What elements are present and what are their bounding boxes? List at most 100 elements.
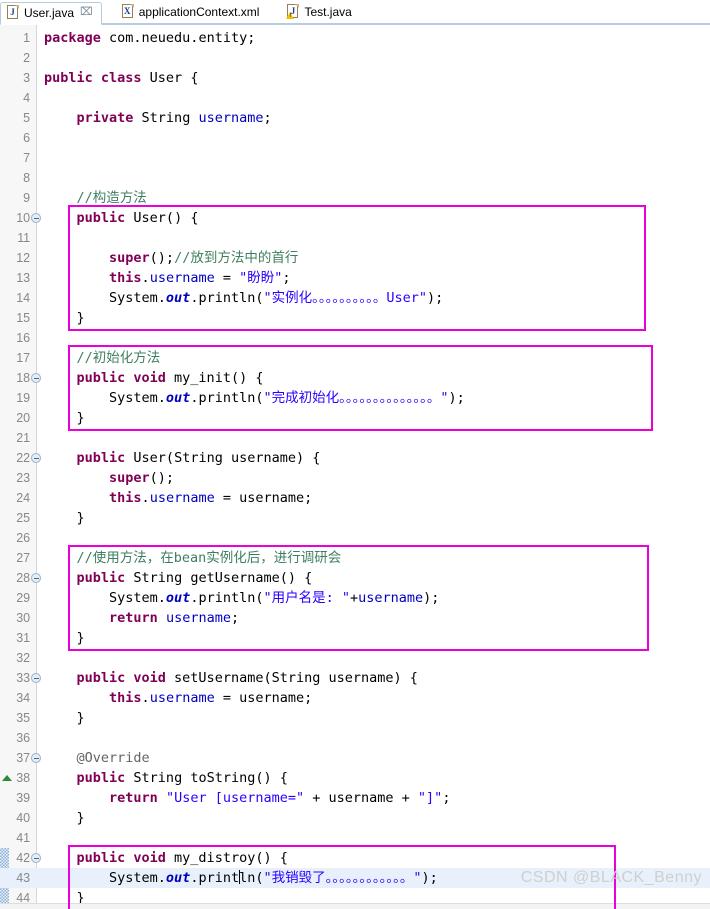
code-text: public User() { xyxy=(44,208,199,228)
line-number: 12 xyxy=(16,251,30,265)
line-number: 41 xyxy=(16,831,30,845)
xml-file-icon: X xyxy=(121,4,135,19)
token-cmt: 实例化后，进行调研会 xyxy=(206,550,342,566)
code-line[interactable]: 36 xyxy=(0,728,710,748)
code-line[interactable]: 3 public class User { xyxy=(0,68,710,88)
code-line[interactable]: 40 } xyxy=(0,808,710,828)
code-line[interactable]: 35 } xyxy=(0,708,710,728)
code-line[interactable]: 14 System.out.println("实例化。。。。。。。。。。User… xyxy=(0,288,710,308)
code-line[interactable]: 37 @Override xyxy=(0,748,710,768)
code-line[interactable]: 13 this.username = "盼盼"; xyxy=(0,268,710,288)
tab-test-java[interactable]: J ! Test.java xyxy=(281,0,359,23)
tab-applicationcontext-xml[interactable]: X applicationContext.xml xyxy=(116,0,268,23)
fold-collapse-icon[interactable] xyxy=(31,453,41,463)
token-pl: com.neuedu.entity; xyxy=(100,30,256,46)
token-kw: private xyxy=(76,110,134,126)
code-line[interactable]: 16 xyxy=(0,328,710,348)
token-cmt: //初始化方法 xyxy=(44,350,161,366)
code-line[interactable]: 32 xyxy=(0,648,710,668)
token-pl: ); xyxy=(427,290,444,306)
token-kw: public class xyxy=(44,70,142,86)
token-kw: return xyxy=(109,790,158,806)
code-line[interactable]: 24 this.username = username; xyxy=(0,488,710,508)
token-pl: . xyxy=(141,490,150,506)
code-line[interactable]: 28 public String getUsername() { xyxy=(0,568,710,588)
code-text: //构造方法 xyxy=(44,188,147,208)
token-str: "实例化。。。。。。。。。。User" xyxy=(263,290,427,306)
token-sfld: out xyxy=(165,870,191,886)
code-text: public void setUsername(String username)… xyxy=(44,668,418,688)
code-line[interactable]: 17 //初始化方法 xyxy=(0,348,710,368)
token-pl: = username; xyxy=(214,490,313,506)
token-cmt: //放到方法中的首行 xyxy=(174,250,299,266)
code-line[interactable]: 41 xyxy=(0,828,710,848)
fold-collapse-icon[interactable] xyxy=(31,753,41,763)
code-lines[interactable]: 1 package com.neuedu.entity; 2 3 public clas… xyxy=(0,28,710,909)
code-line[interactable]: 27 //使用方法，在bean实例化后，进行调研会 xyxy=(0,548,710,568)
line-number: 37 xyxy=(16,751,30,765)
fold-collapse-icon[interactable] xyxy=(31,673,41,683)
code-line[interactable]: 25 } xyxy=(0,508,710,528)
token-fld: username xyxy=(165,610,231,626)
line-number: 31 xyxy=(16,631,30,645)
code-line[interactable]: 30 return username; xyxy=(0,608,710,628)
fold-collapse-icon[interactable] xyxy=(31,573,41,583)
code-line[interactable]: 29 System.out.println("用户名是: "+username)… xyxy=(0,588,710,608)
code-line[interactable]: 39 return "User [username=" + username +… xyxy=(0,788,710,808)
code-line[interactable]: 22 public User(String username) { xyxy=(0,448,710,468)
code-line[interactable]: 26 xyxy=(0,528,710,548)
code-line[interactable]: 18 public void my_init() { xyxy=(0,368,710,388)
code-line[interactable]: 31 } xyxy=(0,628,710,648)
token-pl: = xyxy=(214,270,240,286)
code-line[interactable]: 8 xyxy=(0,168,710,188)
line-number: 9 xyxy=(23,191,30,205)
code-line[interactable]: 11 xyxy=(0,228,710,248)
code-line[interactable]: 21 xyxy=(0,428,710,448)
code-text: super(); xyxy=(44,468,174,488)
code-line[interactable]: 23 super(); xyxy=(0,468,710,488)
code-line[interactable]: 38 public String toString() { xyxy=(0,768,710,788)
token-pl: User() { xyxy=(125,210,199,226)
token-kw: this xyxy=(109,270,142,286)
line-number: 21 xyxy=(16,431,30,445)
fold-collapse-icon[interactable] xyxy=(31,853,41,863)
token-kw: return xyxy=(109,610,158,626)
line-number: 11 xyxy=(17,231,30,245)
token-pl: .println( xyxy=(190,390,264,406)
code-line[interactable]: 42 public void my_distroy() { xyxy=(0,848,710,868)
token-kw: public void xyxy=(76,850,166,866)
override-marker-icon[interactable] xyxy=(2,775,12,781)
code-line[interactable]: 10 public User() { xyxy=(0,208,710,228)
code-editor[interactable]: 1 package com.neuedu.entity; 2 3 public clas… xyxy=(0,25,710,909)
code-line[interactable]: 9 //构造方法 xyxy=(0,188,710,208)
code-text: } xyxy=(44,508,85,528)
code-line[interactable]: 20 } xyxy=(0,408,710,428)
code-text: return username; xyxy=(44,608,239,628)
code-line[interactable]: 19 System.out.println("完成初始化。。。。。。。。。。。。… xyxy=(0,388,710,408)
code-line[interactable]: 6 xyxy=(0,128,710,148)
code-line[interactable]: 7 xyxy=(0,148,710,168)
code-line[interactable]: 15 } xyxy=(0,308,710,328)
code-line[interactable]: 5 private String username; xyxy=(0,108,710,128)
close-icon[interactable]: ⌧ xyxy=(80,7,93,18)
token-pl: ); xyxy=(423,590,440,606)
fold-collapse-icon[interactable] xyxy=(31,373,41,383)
code-line[interactable]: 34 this.username = username; xyxy=(0,688,710,708)
token-str: "]" xyxy=(417,790,443,806)
tab-user-java[interactable]: J User.java ⌧ xyxy=(0,2,102,25)
token-ann: @Override xyxy=(44,750,150,766)
token-pl: } xyxy=(44,310,85,326)
token-pl: ln( xyxy=(239,870,264,886)
code-line[interactable]: 2 xyxy=(0,48,710,68)
code-line[interactable]: 33 public void setUsername(String userna… xyxy=(0,668,710,688)
code-text: //使用方法，在bean实例化后，进行调研会 xyxy=(44,548,342,568)
code-line[interactable]: 1 package com.neuedu.entity; xyxy=(0,28,710,48)
code-line[interactable]: 12 super();//放到方法中的首行 xyxy=(0,248,710,268)
fold-collapse-icon[interactable] xyxy=(31,213,41,223)
code-line[interactable]: 4 xyxy=(0,88,710,108)
